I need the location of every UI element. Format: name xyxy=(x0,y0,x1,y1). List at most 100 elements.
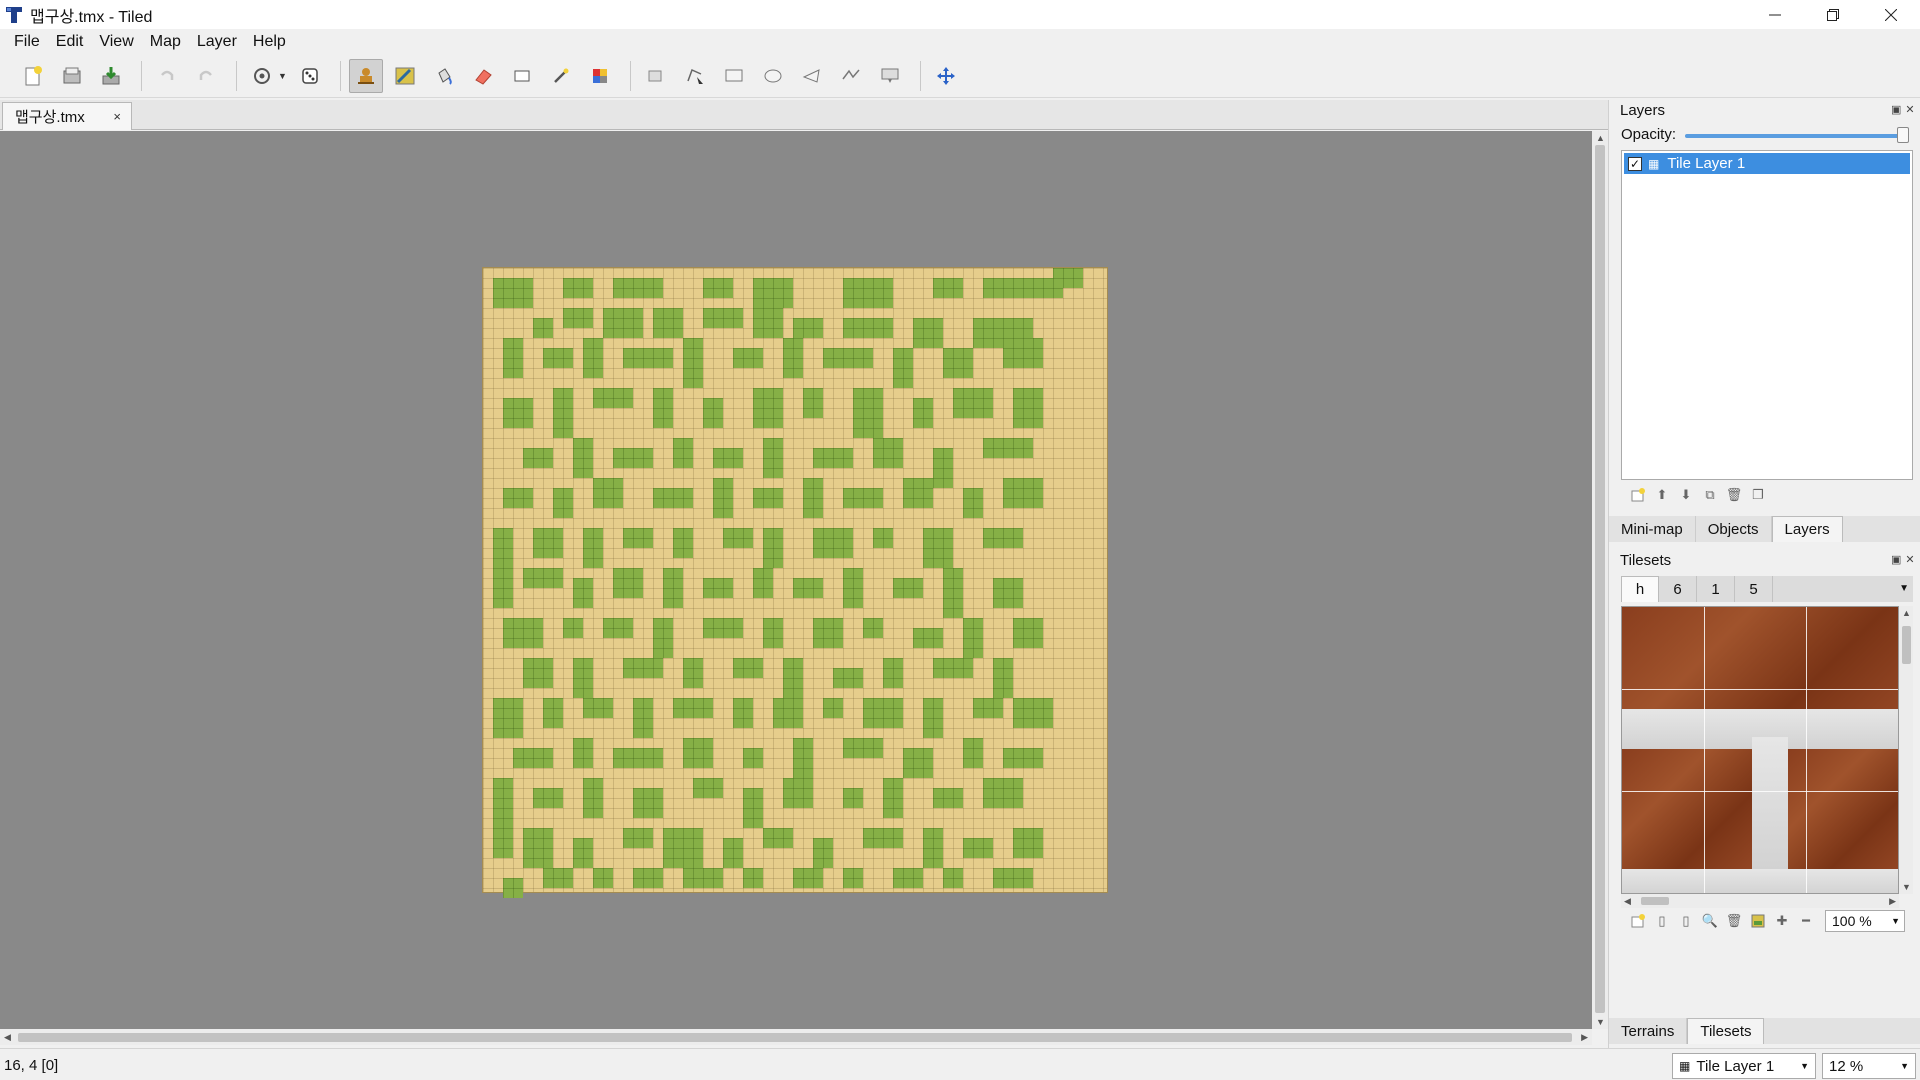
tileset-horizontal-scrollbar[interactable]: ◀ ▶ xyxy=(1621,894,1899,908)
menu-view[interactable]: View xyxy=(91,33,141,51)
float-panel-icon[interactable]: ▣ xyxy=(1891,553,1901,566)
tileset-tab-6[interactable]: 6 xyxy=(1659,576,1697,602)
insert-tile-icon[interactable] xyxy=(873,59,907,93)
edit-terrain-icon[interactable] xyxy=(1749,912,1767,930)
select-same-tile-icon[interactable] xyxy=(583,59,617,93)
bucket-fill-icon[interactable] xyxy=(427,59,461,93)
close-icon[interactable]: ✕ xyxy=(1905,553,1914,566)
grass-tiles xyxy=(843,278,893,308)
tile-map[interactable] xyxy=(482,267,1108,898)
select-objects-icon[interactable] xyxy=(639,59,673,93)
scroll-up-icon[interactable]: ▲ xyxy=(1596,133,1605,143)
remove-tiles-icon[interactable]: ━ xyxy=(1797,912,1815,930)
add-tiles-icon[interactable]: ✚ xyxy=(1773,912,1791,930)
redo-icon[interactable] xyxy=(189,59,223,93)
chevron-down-icon[interactable]: ▼ xyxy=(1899,583,1909,594)
grass-tiles xyxy=(633,788,663,818)
chevron-down-icon[interactable]: ▼ xyxy=(1891,916,1900,926)
random-mode-icon[interactable] xyxy=(245,59,279,93)
minimize-icon[interactable] xyxy=(1746,0,1804,29)
tileset-tab-h[interactable]: h xyxy=(1621,576,1659,602)
canvas-horizontal-scrollbar[interactable]: ◀ ▶ xyxy=(0,1029,1592,1045)
rectangular-select-icon[interactable] xyxy=(505,59,539,93)
insert-polyline-icon[interactable] xyxy=(834,59,868,93)
canvas-vertical-scrollbar[interactable]: ▲ ▼ xyxy=(1592,131,1608,1029)
menu-edit[interactable]: Edit xyxy=(48,33,92,51)
current-layer-combo[interactable]: ▦ Tile Layer 1 ▼ xyxy=(1672,1053,1816,1079)
scroll-down-icon[interactable]: ▼ xyxy=(1596,1017,1605,1027)
float-panel-icon[interactable]: ▣ xyxy=(1891,103,1901,116)
import-tileset-icon[interactable]: ▯ xyxy=(1653,912,1671,930)
tab-terrains[interactable]: Terrains xyxy=(1609,1018,1688,1044)
export-tileset-icon[interactable]: ▯ xyxy=(1677,912,1695,930)
document-tab[interactable]: 맵구상.tmx × xyxy=(2,102,132,130)
menu-file[interactable]: File xyxy=(6,33,48,51)
close-icon[interactable] xyxy=(1862,0,1920,29)
magic-wand-icon[interactable] xyxy=(544,59,578,93)
grass-tiles xyxy=(763,438,783,478)
delete-layer-icon[interactable]: 🗑 xyxy=(1725,486,1743,504)
chevron-down-icon[interactable]: ▼ xyxy=(278,71,287,81)
tileset-tab-5[interactable]: 5 xyxy=(1735,576,1773,602)
new-file-icon[interactable] xyxy=(16,59,50,93)
scroll-up-icon[interactable]: ▲ xyxy=(1902,608,1911,618)
toggle-other-layers-icon[interactable]: ❐ xyxy=(1749,486,1767,504)
undo-icon[interactable] xyxy=(150,59,184,93)
insert-ellipse-icon[interactable] xyxy=(756,59,790,93)
terrain-brush-icon[interactable] xyxy=(388,59,422,93)
map-zoom-combo[interactable]: 12 % ▼ xyxy=(1822,1053,1916,1079)
current-layer-name: Tile Layer 1 xyxy=(1696,1057,1775,1075)
scroll-right-icon[interactable]: ▶ xyxy=(1889,896,1896,907)
menu-layer[interactable]: Layer xyxy=(189,33,245,51)
delete-tileset-icon[interactable]: 🗑 xyxy=(1725,912,1743,930)
raise-layer-icon[interactable]: ⬆ xyxy=(1653,486,1671,504)
scroll-right-icon[interactable]: ▶ xyxy=(1581,1032,1588,1043)
tileset-view[interactable] xyxy=(1621,606,1899,894)
menu-map[interactable]: Map xyxy=(142,33,189,51)
grass-tiles xyxy=(593,868,613,888)
insert-polygon-icon[interactable] xyxy=(795,59,829,93)
scrollbar-thumb[interactable] xyxy=(18,1033,1572,1042)
grass-tiles xyxy=(723,528,753,548)
tab-tilesets[interactable]: Tilesets xyxy=(1687,1018,1765,1044)
lower-layer-icon[interactable]: ⬇ xyxy=(1677,486,1695,504)
tileset-zoom-combo[interactable]: 100 % ▼ xyxy=(1825,910,1905,932)
grass-tiles xyxy=(1003,748,1043,768)
layer-visibility-checkbox[interactable]: ✓ xyxy=(1628,156,1642,171)
close-icon[interactable]: × xyxy=(113,109,121,124)
tileset-vertical-scrollbar[interactable]: ▲ ▼ xyxy=(1899,606,1913,894)
edit-polygons-icon[interactable] xyxy=(678,59,712,93)
new-tileset-icon[interactable] xyxy=(1629,912,1647,930)
menu-help[interactable]: Help xyxy=(245,33,294,51)
duplicate-layer-icon[interactable]: ⧉ xyxy=(1701,486,1719,504)
tileset-tab-1[interactable]: 1 xyxy=(1697,576,1735,602)
scroll-left-icon[interactable]: ◀ xyxy=(1624,896,1631,907)
scrollbar-thumb[interactable] xyxy=(1641,897,1669,905)
add-layer-icon[interactable] xyxy=(1629,486,1647,504)
opacity-slider-handle[interactable] xyxy=(1897,127,1909,143)
chevron-down-icon[interactable]: ▼ xyxy=(1900,1061,1909,1071)
close-icon[interactable]: ✕ xyxy=(1905,103,1914,116)
chevron-down-icon[interactable]: ▼ xyxy=(1800,1061,1809,1071)
tab-layers[interactable]: Layers xyxy=(1771,516,1843,542)
eraser-icon[interactable] xyxy=(466,59,500,93)
save-file-icon[interactable] xyxy=(94,59,128,93)
tileset-properties-icon[interactable]: 🔍 xyxy=(1701,912,1719,930)
map-canvas[interactable] xyxy=(0,131,1592,1029)
scrollbar-thumb[interactable] xyxy=(1595,145,1605,1013)
stamp-brush-icon[interactable] xyxy=(348,59,383,93)
tab-objects[interactable]: Objects xyxy=(1696,516,1772,542)
open-file-icon[interactable] xyxy=(55,59,89,93)
layer-row-tile-layer-1[interactable]: ✓ ▦ Tile Layer 1 xyxy=(1624,153,1910,174)
insert-rectangle-icon[interactable] xyxy=(717,59,751,93)
tab-mini-map[interactable]: Mini-map xyxy=(1609,516,1696,542)
grass-tiles xyxy=(583,338,603,378)
opacity-slider[interactable] xyxy=(1685,134,1905,138)
restore-icon[interactable] xyxy=(1804,0,1862,29)
scroll-left-icon[interactable]: ◀ xyxy=(4,1032,11,1043)
scroll-down-icon[interactable]: ▼ xyxy=(1902,882,1911,892)
scrollbar-thumb[interactable] xyxy=(1902,626,1911,664)
wang-dice-icon[interactable] xyxy=(293,59,327,93)
grass-tiles xyxy=(743,868,763,888)
move-icon[interactable] xyxy=(929,59,963,93)
